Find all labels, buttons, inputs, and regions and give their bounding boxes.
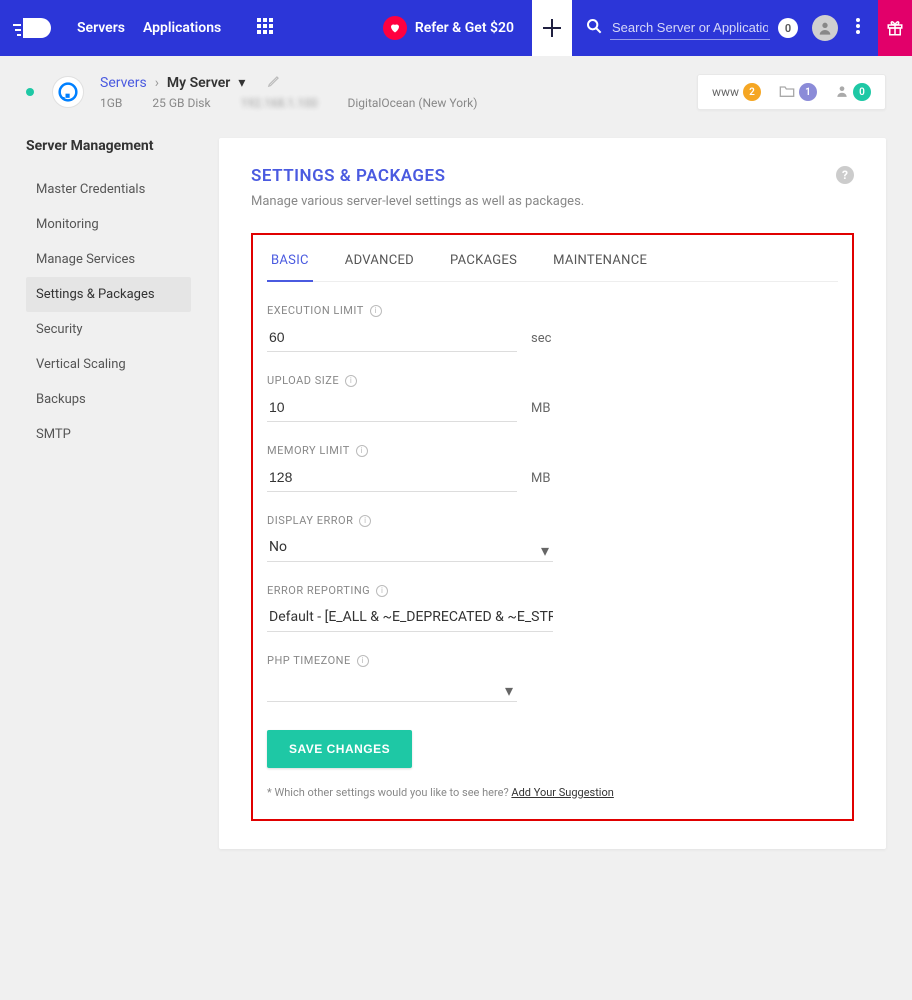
user-icon (835, 84, 849, 101)
badge-folder-count: 1 (799, 83, 817, 101)
search-area: 0 (572, 15, 878, 41)
add-button[interactable] (532, 0, 572, 56)
memory-limit-label: MEMORY LIMIT (267, 444, 350, 457)
badge-users[interactable]: 0 (835, 83, 871, 101)
info-icon[interactable]: i (359, 515, 371, 527)
add-suggestion-link[interactable]: Add Your Suggestion (511, 786, 613, 799)
sidebar: Server Management Master CredentialsMoni… (26, 138, 191, 452)
footnote: * Which other settings would you like to… (267, 786, 838, 799)
nav-links: Servers Applications (77, 20, 221, 36)
caret-down-icon: ▾ (505, 681, 513, 700)
tab-maintenance[interactable]: MAINTENANCE (549, 253, 651, 281)
tab-advanced[interactable]: ADVANCED (341, 253, 418, 281)
caret-down-icon: ▾ (541, 541, 549, 560)
gift-button[interactable] (878, 0, 912, 56)
server-ip-masked: 192.168.1.100 (241, 96, 318, 110)
info-icon[interactable]: i (376, 585, 388, 597)
upload-size-unit: MB (531, 401, 550, 422)
help-icon[interactable]: ? (836, 166, 854, 184)
execution-limit-unit: sec (531, 331, 551, 352)
info-icon[interactable]: i (357, 655, 369, 667)
sidebar-item-master-credentials[interactable]: Master Credentials (26, 172, 191, 207)
search-input[interactable] (610, 16, 770, 40)
notification-count[interactable]: 0 (778, 18, 798, 38)
brand-logo[interactable] (0, 14, 65, 42)
stats-badges: www 2 1 0 (697, 74, 886, 110)
sidebar-title: Server Management (26, 138, 191, 154)
nav-applications[interactable]: Applications (143, 20, 221, 36)
tab-basic[interactable]: BASIC (267, 253, 313, 282)
nav-servers[interactable]: Servers (77, 20, 125, 36)
upload-size-label: UPLOAD SIZE (267, 374, 339, 387)
php-timezone-select[interactable]: ▾ (267, 673, 517, 702)
display-error-select[interactable]: No ▾ (267, 533, 553, 562)
server-disk: 25 GB Disk (152, 96, 210, 110)
user-avatar[interactable] (812, 15, 838, 41)
badge-www[interactable]: www 2 (712, 83, 761, 101)
search-icon (586, 18, 602, 38)
highlighted-region: BASIC ADVANCED PACKAGES MAINTENANCE EXECUTI… (251, 233, 854, 821)
execution-limit-input[interactable] (267, 323, 517, 352)
server-name: My Server (167, 75, 230, 91)
server-provider: DigitalOcean (New York) (348, 96, 478, 110)
error-reporting-select[interactable]: Default - [E_ALL & ~E_DEPRECATED & ~E_ST… (267, 603, 553, 632)
upload-size-input[interactable] (267, 393, 517, 422)
tab-packages[interactable]: PACKAGES (446, 253, 521, 281)
badge-user-count: 0 (853, 83, 871, 101)
badge-www-count: 2 (743, 83, 761, 101)
sidebar-item-monitoring[interactable]: Monitoring (26, 207, 191, 242)
apps-grid-icon[interactable] (257, 18, 273, 38)
refer-button[interactable]: Refer & Get $20 (365, 16, 532, 40)
execution-limit-label: EXECUTION LIMIT (267, 304, 364, 317)
status-dot-icon (26, 88, 34, 96)
top-nav: Servers Applications Refer & Get $20 0 (0, 0, 912, 56)
sidebar-item-manage-services[interactable]: Manage Services (26, 242, 191, 277)
chevron-right-icon: › (155, 75, 159, 91)
sidebar-item-backups[interactable]: Backups (26, 382, 191, 417)
panel-subtitle: Manage various server-level settings as … (251, 194, 854, 209)
more-menu-icon[interactable] (852, 18, 864, 38)
info-icon[interactable]: i (370, 305, 382, 317)
provider-logo (52, 76, 84, 108)
sidebar-item-smtp[interactable]: SMTP (26, 417, 191, 452)
refer-label: Refer & Get $20 (415, 20, 514, 36)
memory-limit-unit: MB (531, 471, 550, 492)
edit-icon[interactable] (267, 74, 281, 92)
sidebar-item-settings-packages[interactable]: Settings & Packages (26, 277, 191, 312)
caret-down-icon[interactable]: ▾ (238, 75, 245, 91)
memory-limit-input[interactable] (267, 463, 517, 492)
error-reporting-label: ERROR REPORTING (267, 584, 370, 597)
info-icon[interactable]: i (345, 375, 357, 387)
sidebar-item-vertical-scaling[interactable]: Vertical Scaling (26, 347, 191, 382)
display-error-label: DISPLAY ERROR (267, 514, 353, 527)
main-panel: SETTINGS & PACKAGES Manage various serve… (219, 138, 886, 849)
save-changes-button[interactable]: SAVE CHANGES (267, 730, 412, 768)
php-timezone-label: PHP TIMEZONE (267, 654, 351, 667)
server-header: Servers › My Server ▾ 1GB 25 GB Disk 192… (0, 56, 912, 110)
folder-icon (779, 84, 795, 101)
info-icon[interactable]: i (356, 445, 368, 457)
tabs: BASIC ADVANCED PACKAGES MAINTENANCE (267, 235, 838, 282)
badge-folder[interactable]: 1 (779, 83, 817, 101)
heart-icon (383, 16, 407, 40)
panel-title: SETTINGS & PACKAGES (251, 166, 854, 186)
sidebar-item-security[interactable]: Security (26, 312, 191, 347)
breadcrumb-servers[interactable]: Servers (100, 75, 147, 91)
server-ram: 1GB (100, 96, 122, 110)
